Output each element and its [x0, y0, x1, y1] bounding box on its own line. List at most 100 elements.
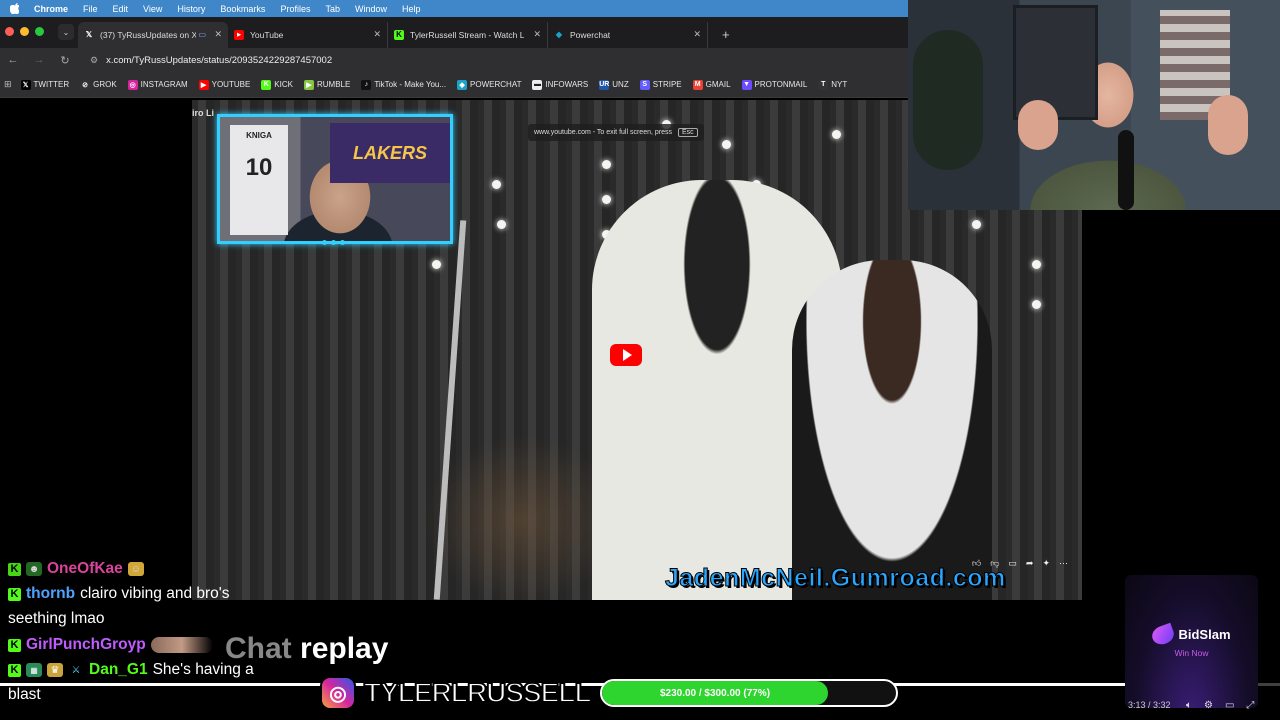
bookmark-label: TWITTER — [33, 80, 70, 89]
omnibox[interactable]: ⚙ x.com/TyRussUpdates/status/20935242292… — [90, 55, 332, 66]
unz-icon: UR — [599, 79, 610, 90]
right-hand — [1208, 95, 1248, 155]
tab-powerchat[interactable]: ◆ Powerchat ✕ — [548, 21, 708, 48]
bookmark-stripe[interactable]: S STRIPE — [639, 79, 682, 90]
fullscreen-notice-text: www.youtube.com - To exit full screen, p… — [534, 129, 672, 136]
menu-tab[interactable]: Tab — [325, 4, 340, 14]
settings-icon[interactable]: ⚙ — [1204, 700, 1213, 711]
maximize-window-button[interactable] — [35, 27, 44, 36]
tab-x-status[interactable]: 𝕏 (37) TyRussUpdates on X ▭ ✕ — [78, 21, 228, 48]
nyt-icon: T — [818, 79, 829, 90]
minimize-window-button[interactable] — [20, 27, 29, 36]
kick-icon: K — [261, 79, 272, 90]
kick-badge-icon: K — [8, 638, 21, 652]
youtube-icon: ▶ — [234, 29, 244, 40]
close-tab-icon[interactable]: ✕ — [693, 29, 701, 40]
pip-icon[interactable]: ▭ — [1225, 700, 1234, 711]
video-time: 3:13 / 3:32 — [1128, 700, 1171, 710]
bookmark-kick[interactable]: K KICK — [261, 79, 293, 90]
bookmark-label: GMAIL — [705, 80, 731, 89]
bookmark-infowars[interactable]: ▬ INFOWARS — [532, 79, 589, 90]
menu-bookmarks[interactable]: Bookmarks — [220, 4, 265, 14]
bookmark-label: PROTONMAIL — [754, 80, 808, 89]
jersey-number: 10 — [245, 154, 273, 181]
tab-title: TylerRussell Stream - Watch L — [410, 29, 525, 40]
donation-goal-bar: $230.00 / $300.00 (77%) — [600, 679, 898, 707]
apple-icon[interactable] — [9, 3, 19, 15]
bookmark-label: KICK — [274, 80, 293, 89]
close-tab-icon[interactable]: ✕ — [533, 29, 541, 40]
url-text: x.com/TyRussUpdates/status/2093524229287… — [106, 54, 333, 66]
gumroad-watermark: JadenMcNeil.Gumroad.com — [665, 564, 1006, 593]
bookmark-label: RUMBLE — [316, 80, 351, 89]
esc-key-hint: Esc — [677, 128, 698, 137]
bookmark-label: TikTok - Make You... — [374, 80, 447, 89]
chat-text: seething lmao — [8, 610, 105, 627]
bookmark-protonmail[interactable]: ▼ PROTONMAIL — [741, 79, 808, 90]
bookmark-powerchat[interactable]: ◆ POWERCHAT — [457, 79, 522, 90]
sponsor-card[interactable]: BidSlam Win Now — [1125, 575, 1258, 708]
browser-tab-strip: ⌄ 𝕏 (37) TyRussUpdates on X ▭ ✕ ▶ YouTub… — [0, 17, 908, 48]
bookmark-youtube[interactable]: ▶ YOUTUBE — [198, 79, 250, 90]
menu-view[interactable]: View — [143, 4, 162, 14]
menu-history[interactable]: History — [177, 4, 205, 14]
menu-app-name[interactable]: Chrome — [34, 4, 68, 14]
menu-window[interactable]: Window — [355, 4, 387, 14]
fullscreen-icon[interactable]: ⤢ — [1246, 700, 1254, 711]
more-icon[interactable]: ⋯ — [1059, 558, 1068, 569]
bookmark-gmail[interactable]: M GMAIL — [692, 79, 731, 90]
tab-title: Powerchat — [570, 29, 611, 40]
chat-message: K GirlPunchGroyp — [8, 636, 213, 654]
chat-username: OneOfKae — [47, 560, 123, 577]
comment-icon[interactable]: ▭ — [1008, 558, 1017, 569]
tiktok-icon: ♪ — [361, 79, 372, 90]
bookmark-twitter[interactable]: 𝕏 TWITTER — [20, 79, 70, 90]
x-logo-icon: 𝕏 — [20, 79, 31, 90]
bookmark-instagram[interactable]: ◎ INSTAGRAM — [127, 79, 188, 90]
instagram-icon: ◎ — [320, 676, 356, 710]
close-tab-icon[interactable]: ✕ — [373, 29, 381, 40]
bookmark-label: NYT — [831, 80, 848, 89]
volume-icon[interactable]: 🔈︎ — [1186, 700, 1192, 711]
bookmark-label: STRIPE — [652, 80, 682, 89]
second-webcam — [908, 0, 1280, 210]
bookmark-rumble[interactable]: ▶ RUMBLE — [303, 79, 351, 90]
x-logo-icon: 𝕏 — [85, 30, 93, 39]
sponsor-cta: Win Now — [1174, 647, 1209, 658]
bookmark-label: INFOWARS — [545, 80, 589, 89]
youtube-play-button[interactable] — [610, 344, 642, 366]
bookmark-label: POWERCHAT — [470, 80, 522, 89]
menu-edit[interactable]: Edit — [113, 4, 129, 14]
apps-grid-icon[interactable]: ⊞ — [4, 79, 12, 90]
menu-profiles[interactable]: Profiles — [280, 4, 310, 14]
bookmark-grok[interactable]: ⊘ GROK — [80, 79, 117, 90]
rocket-icon — [1150, 622, 1177, 647]
chat-username: GirlPunchGroyp — [26, 636, 146, 653]
bookmark-tiktok-make-you[interactable]: ♪ TikTok - Make You... — [361, 79, 447, 90]
close-tab-icon[interactable]: ✕ — [214, 29, 222, 40]
forward-arrow-icon[interactable]: → — [32, 54, 46, 66]
sparkle-icon[interactable]: ✦ — [1042, 558, 1050, 569]
streamer-webcam: KNIGA 10 LAKERS — [217, 114, 453, 244]
reload-icon[interactable]: ↻ — [58, 54, 72, 67]
jersey-name: KNIGA — [246, 131, 272, 140]
bookmark-nyt[interactable]: T NYT — [818, 79, 848, 90]
menu-file[interactable]: File — [83, 4, 98, 14]
gmail-icon: M — [692, 79, 703, 90]
site-info-icon[interactable]: ⚙ — [90, 55, 98, 66]
menu-help[interactable]: Help — [402, 4, 421, 14]
stripe-icon: S — [639, 79, 650, 90]
chat-replay-label: Chat replay — [225, 632, 388, 666]
share-icon[interactable]: ➦ — [1026, 558, 1034, 569]
tab-search-chevron-icon[interactable]: ⌄ — [58, 24, 74, 40]
protonmail-icon: ▼ — [741, 79, 752, 90]
bookmark-unz[interactable]: UR UNZ — [599, 79, 629, 90]
close-window-button[interactable] — [5, 27, 14, 36]
new-tab-plus-icon[interactable]: + — [722, 27, 730, 42]
tab-youtube[interactable]: ▶ YouTube ✕ — [228, 21, 388, 48]
video-corner-label: iro Li — [192, 108, 214, 118]
bookmarks-bar: ⊞ 𝕏 TWITTER ⊘ GROK ◎ INSTAGRAM ▶ YOUTUBE K KICK ▶ R… — [0, 72, 908, 98]
address-bar-row: ← → ↻ ⚙ x.com/TyRussUpdates/status/20935… — [0, 48, 908, 72]
back-arrow-icon[interactable]: ← — [6, 54, 20, 66]
tab-kick-stream[interactable]: K TylerRussell Stream - Watch L ✕ — [388, 21, 548, 48]
